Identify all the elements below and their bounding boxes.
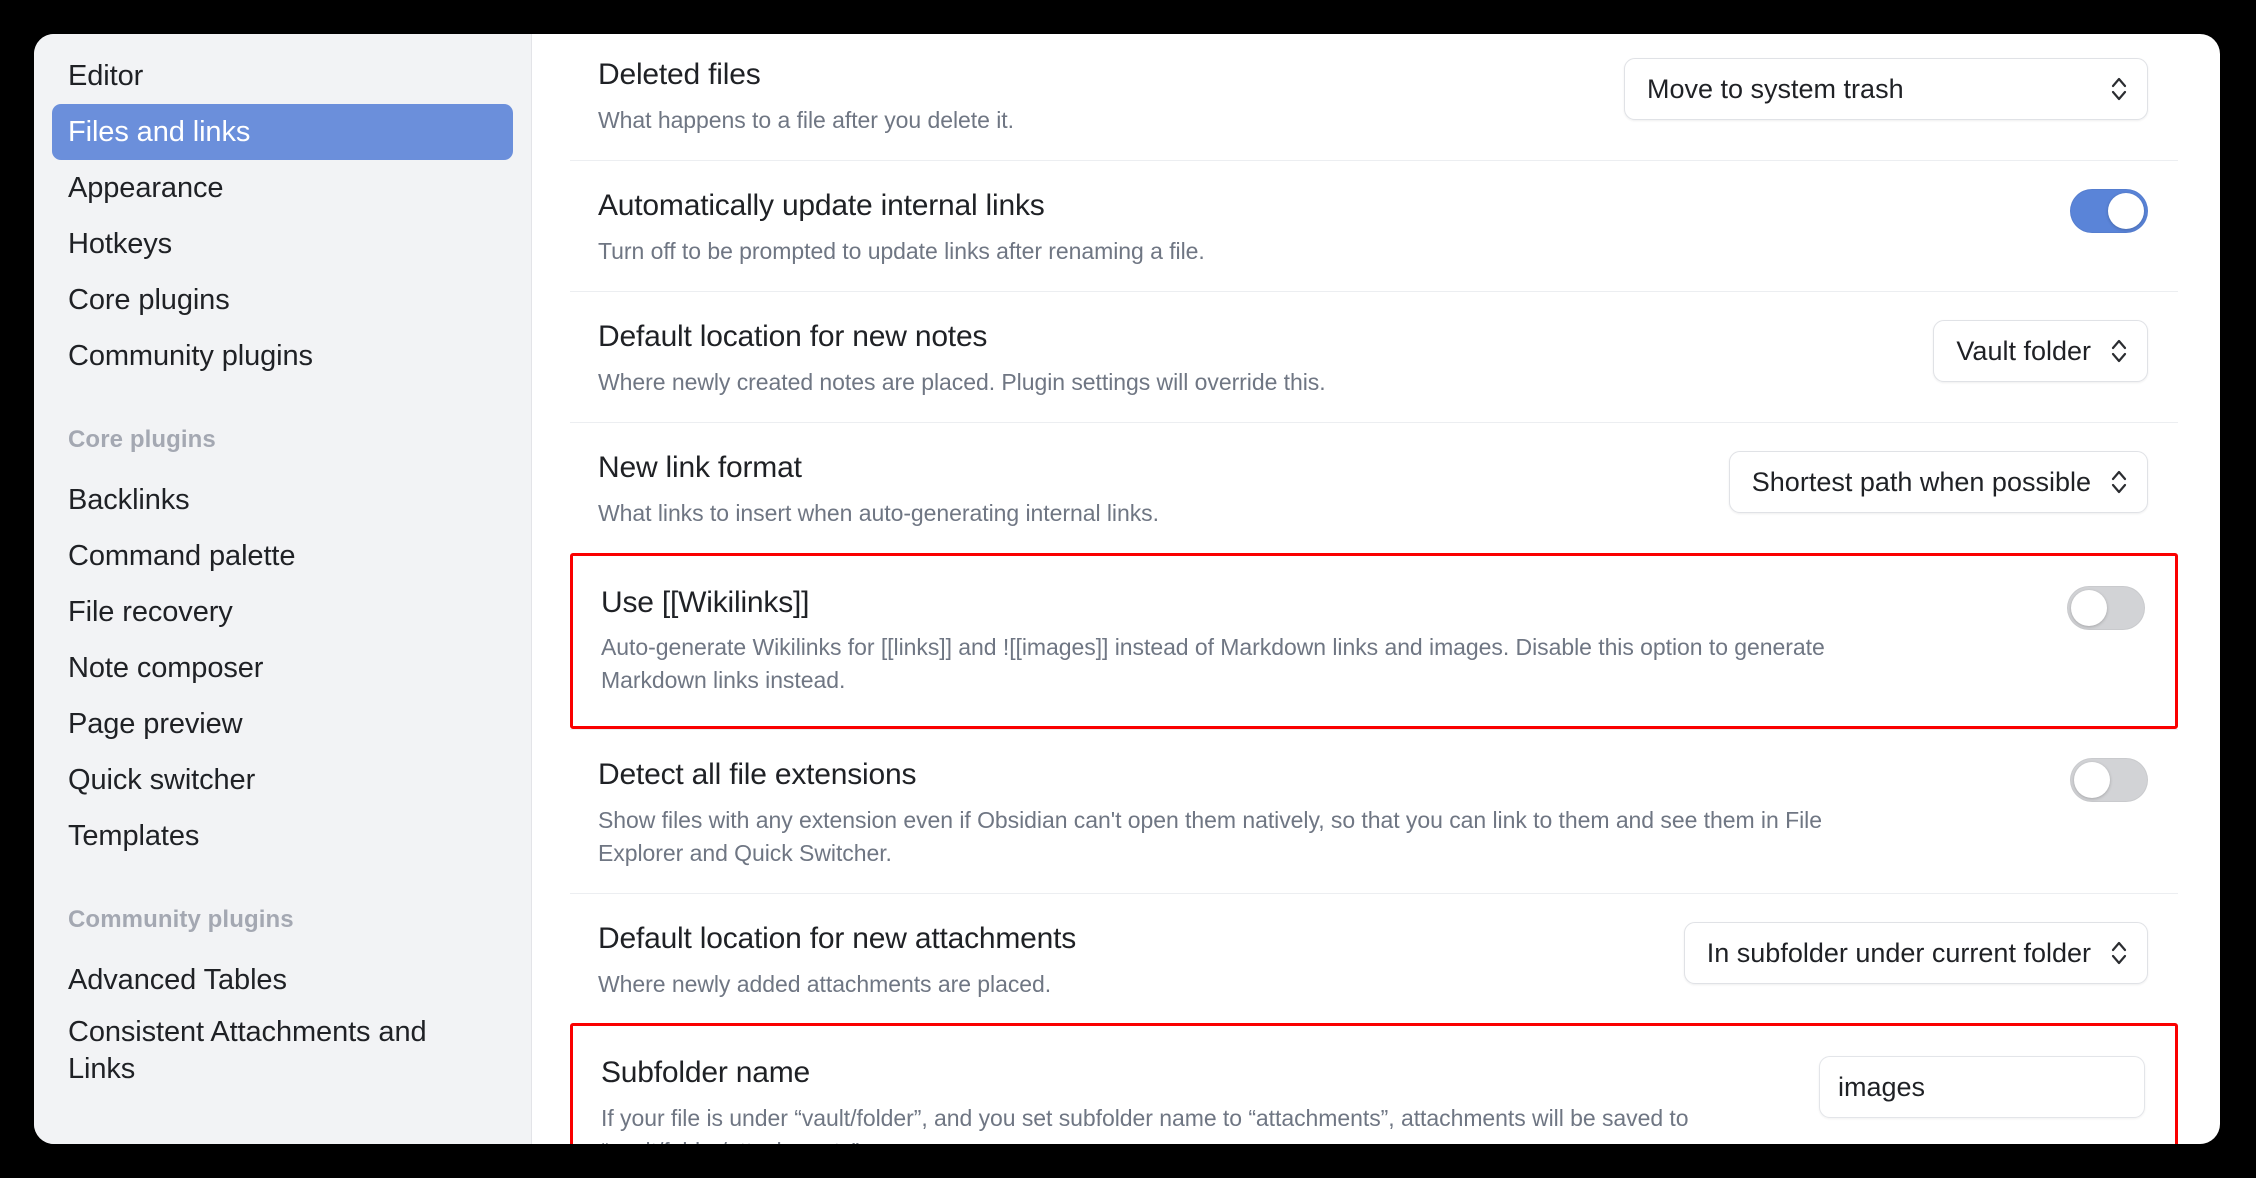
setting-control	[2070, 754, 2148, 803]
sidebar-item-hotkeys[interactable]: Hotkeys	[52, 216, 513, 272]
setting-row-use-wikilinks: Use [[Wikilinks]] Auto-generate Wikilinks…	[570, 552, 2178, 730]
setting-name: Detect all file extensions	[598, 758, 917, 792]
dropdown-default-location-for-new-attachments[interactable]: In subfolder under current folder	[1683, 922, 2148, 985]
setting-control	[2070, 185, 2148, 234]
sidebar-item-command-palette[interactable]: Command palette	[52, 528, 513, 584]
sidebar-item-backlinks[interactable]: Backlinks	[52, 472, 513, 528]
toggle-knob	[2074, 762, 2110, 799]
setting-name: Default location for new notes	[598, 320, 988, 354]
dropdown-deleted-files[interactable]: Move to system trash	[1624, 58, 2148, 120]
setting-name: New link format	[598, 451, 802, 485]
toggle-knob	[2108, 193, 2144, 230]
chevron-updown-icon	[2109, 336, 2129, 366]
setting-info: Subfolder name If your file is under “vau…	[601, 1052, 1785, 1144]
sidebar-item-file-recovery[interactable]: File recovery	[52, 584, 513, 640]
dropdown-value: Shortest path when possible	[1751, 466, 2091, 497]
setting-description: What links to insert when auto-generatin…	[598, 499, 1159, 526]
setting-description: If your file is under “vault/folder”, an…	[601, 1104, 1689, 1144]
setting-info: Detect all file extensions Show files wit…	[598, 754, 1828, 869]
setting-description: What happens to a file after you delete …	[598, 106, 1014, 133]
setting-name: Subfolder name	[601, 1056, 811, 1090]
setting-description: Auto-generate Wikilinks for [[links]] an…	[601, 634, 1825, 693]
sidebar-item-advanced-tables[interactable]: Advanced Tables	[52, 952, 513, 1008]
sidebar-item-templates[interactable]: Templates	[52, 808, 513, 864]
setting-info: Automatically update internal links Turn …	[598, 185, 1205, 267]
setting-control	[2067, 582, 2145, 630]
setting-description: Turn off to be prompted to update links …	[598, 237, 1205, 264]
input-subfolder-name[interactable]	[1819, 1056, 2145, 1119]
setting-row-detect-all-file-extensions: Detect all file extensions Show files wit…	[570, 729, 2178, 893]
setting-description: Where newly added attachments are placed…	[598, 970, 1052, 997]
dropdown-value: In subfolder under current folder	[1706, 937, 2091, 968]
setting-info: Deleted files What happens to a file afte…	[598, 54, 1014, 136]
setting-description: Where newly created notes are placed. Pl…	[598, 368, 1326, 395]
toggle-detect-all-file-extensions[interactable]	[2070, 758, 2148, 803]
sidebar-item-note-composer[interactable]: Note composer	[52, 640, 513, 696]
sidebar-item-page-preview[interactable]: Page preview	[52, 696, 513, 752]
setting-name: Use [[Wikilinks]]	[601, 585, 810, 619]
chevron-updown-icon	[2109, 74, 2129, 104]
setting-name: Automatically update internal links	[598, 189, 1045, 223]
setting-control	[1819, 1052, 2145, 1119]
setting-description: Show files with any extension even if Ob…	[598, 806, 1822, 866]
toggle-use-wikilinks[interactable]	[2067, 585, 2145, 630]
sidebar-community-plugins-list: Advanced Tables Consistent Attachments an…	[52, 952, 513, 1094]
sidebar-group-core-plugins-title: Core plugins	[68, 426, 216, 453]
sidebar-group-community-plugins-title: Community plugins	[68, 906, 294, 933]
sidebar-item-consistent-attachments-and-links[interactable]: Consistent Attachments and Links	[52, 1008, 513, 1094]
setting-row-default-location-for-new-notes: Default location for new notes Where newl…	[570, 291, 2178, 422]
setting-control: Vault folder	[1933, 316, 2148, 383]
dropdown-value: Vault folder	[1956, 335, 2091, 366]
sidebar-core-plugins-list: Backlinks Command palette File recovery Not…	[52, 472, 513, 864]
settings-content: Deleted files What happens to a file afte…	[532, 34, 2220, 1144]
sidebar-item-appearance[interactable]: Appearance	[52, 160, 513, 216]
sidebar-item-files-and-links[interactable]: Files and links	[52, 104, 513, 160]
setting-info: Default location for new notes Where newl…	[598, 316, 1326, 398]
dropdown-new-link-format[interactable]: Shortest path when possible	[1728, 451, 2148, 514]
sidebar-item-editor[interactable]: Editor	[52, 48, 513, 104]
setting-control: Shortest path when possible	[1728, 447, 2148, 514]
sidebar-primary-list: Editor Files and links Appearance Hotkeys Co…	[52, 48, 513, 384]
setting-row-default-location-for-new-attachments: Default location for new attachments Wher…	[570, 893, 2178, 1024]
dropdown-value: Move to system trash	[1647, 73, 1904, 104]
dropdown-default-location-for-new-notes[interactable]: Vault folder	[1933, 320, 2148, 383]
setting-info: New link format What links to insert when…	[598, 447, 1159, 529]
sidebar-item-core-plugins[interactable]: Core plugins	[52, 272, 513, 328]
setting-control: Move to system trash	[1624, 54, 2148, 120]
setting-row-new-link-format: New link format What links to insert when…	[570, 422, 2178, 553]
settings-window: Editor Files and links Appearance Hotkeys Co…	[34, 34, 2220, 1144]
setting-name: Deleted files	[598, 58, 761, 91]
setting-row-deleted-files: Deleted files What happens to a file afte…	[570, 34, 2178, 160]
toggle-knob	[2071, 589, 2107, 626]
setting-info: Use [[Wikilinks]] Auto-generate Wikilinks…	[601, 582, 1831, 697]
chevron-updown-icon	[2109, 467, 2129, 497]
setting-control: In subfolder under current folder	[1683, 918, 2148, 985]
chevron-updown-icon	[2109, 938, 2129, 968]
setting-row-automatically-update-internal-links: Automatically update internal links Turn …	[570, 160, 2178, 291]
setting-info: Default location for new attachments Wher…	[598, 918, 1076, 1000]
toggle-automatically-update-internal-links[interactable]	[2070, 189, 2148, 234]
sidebar-item-quick-switcher[interactable]: Quick switcher	[52, 752, 513, 808]
setting-row-subfolder-name: Subfolder name If your file is under “vau…	[570, 1023, 2178, 1144]
settings-sidebar: Editor Files and links Appearance Hotkeys Co…	[34, 34, 532, 1144]
setting-name: Default location for new attachments	[598, 922, 1077, 956]
sidebar-item-community-plugins[interactable]: Community plugins	[52, 328, 513, 384]
